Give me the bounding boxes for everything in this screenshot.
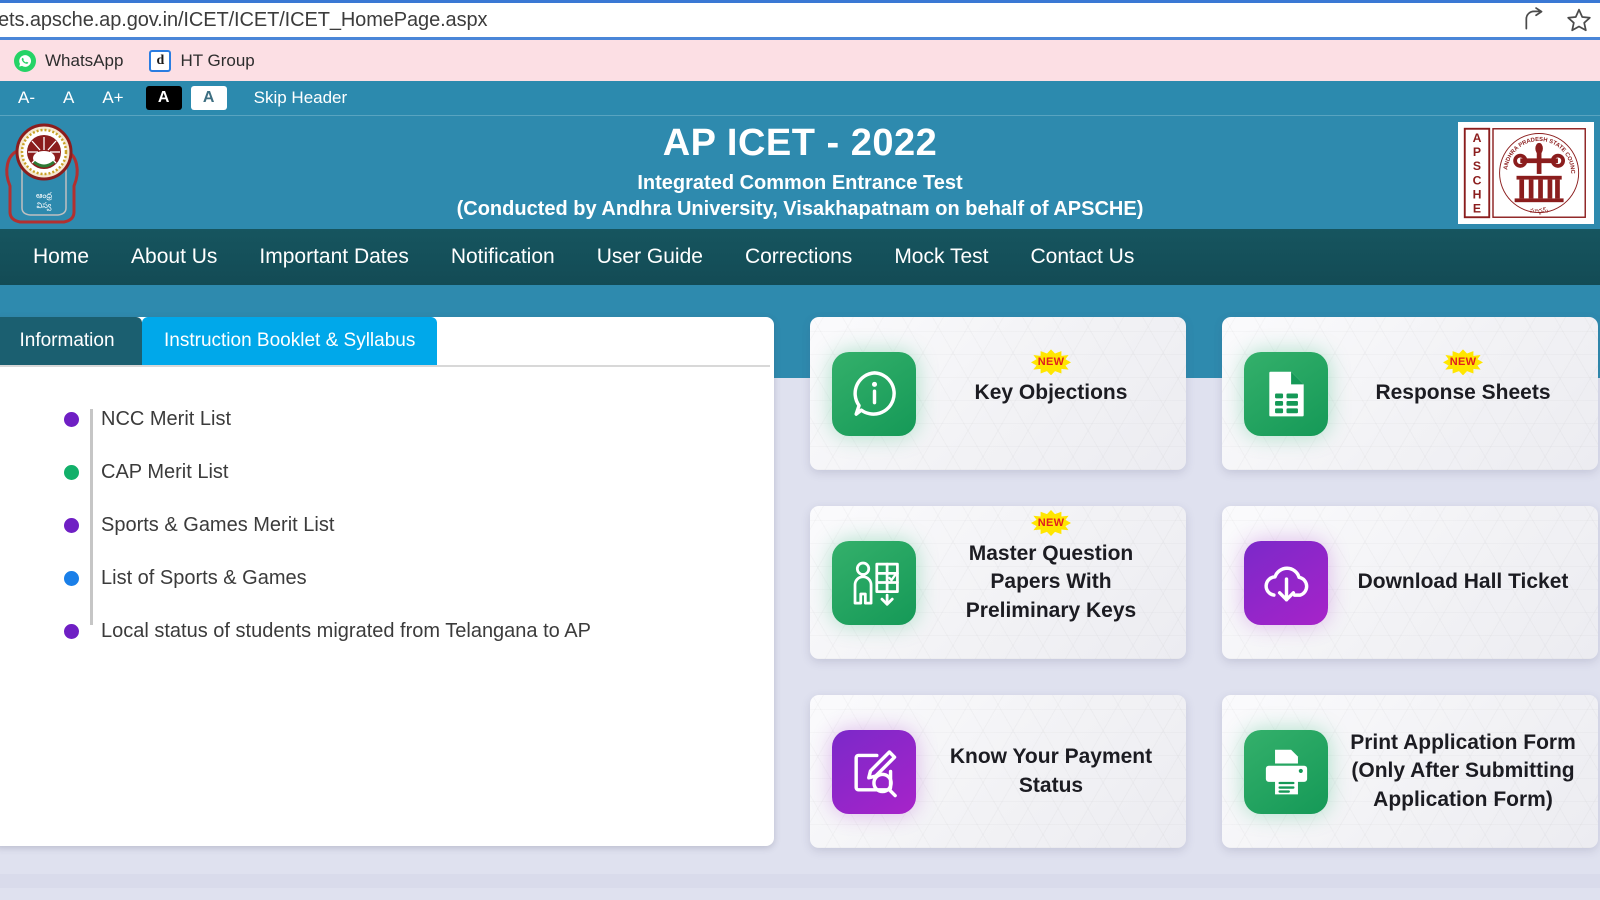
page-subtitle-1: Integrated Common Entrance Test (637, 172, 963, 195)
list-item-label: CAP Merit List (101, 461, 229, 483)
card-print-application-form[interactable]: Print Application Form (Only After Submi… (1222, 695, 1598, 848)
bullet-icon (64, 465, 79, 480)
new-badge-icon: NEW (1031, 509, 1071, 536)
tab-instruction-booklet-syllabus[interactable]: Instruction Booklet & Syllabus (142, 317, 438, 365)
svg-text:ఆంధ్ర: ఆంధ్ర (36, 191, 52, 201)
apsche-logo-icon: A P S C H E ANDHRA PRADESH STATE COUNCIL… (1458, 122, 1594, 224)
font-increase-button[interactable]: A+ (88, 86, 137, 110)
list-item-label: NCC Merit List (101, 408, 232, 430)
bookmark-ht-group[interactable]: d HT Group (149, 49, 255, 72)
printer-icon (1244, 729, 1328, 814)
site-header: ఆంధ్ర విస్వ AP ICET - 2022 Integrated Co… (0, 115, 1600, 229)
whatsapp-icon (14, 49, 36, 72)
card-key-objections[interactable]: NEW Key Objections (810, 317, 1186, 470)
main-navigation: Home About Us Important Dates Notificati… (0, 229, 1600, 285)
page-title: AP ICET - 2022 (662, 121, 938, 164)
list-item[interactable]: List of Sports & Games (64, 552, 774, 605)
nav-item-notification[interactable]: Notification (430, 245, 576, 269)
accessibility-toolbar: A- A A+ A A Skip Header (0, 81, 1600, 115)
bullet-icon (64, 518, 79, 533)
new-badge-icon: NEW (1031, 349, 1071, 376)
info-chat-bubble-icon (832, 351, 916, 436)
nav-item-corrections[interactable]: Corrections (724, 245, 873, 269)
share-icon[interactable] (1522, 7, 1548, 33)
nav-item-about-us[interactable]: About Us (110, 245, 238, 269)
card-label: NEW Response Sheets (1328, 349, 1598, 407)
bookmark-label: WhatsApp (45, 50, 124, 70)
svg-text:A: A (1473, 131, 1482, 145)
svg-text:S: S (1473, 159, 1481, 173)
ht-group-icon: d (149, 49, 172, 72)
font-decrease-button[interactable]: A- (4, 86, 49, 110)
question-paper-download-icon (832, 540, 916, 625)
card-know-your-payment-status[interactable]: Know Your Payment Status (810, 695, 1186, 848)
svg-text:P: P (1473, 145, 1481, 159)
card-label: Know Your Payment Status (949, 745, 1153, 797)
svg-text:H: H (1473, 187, 1482, 201)
contrast-dark-button[interactable]: A (145, 86, 182, 110)
cloud-download-icon (1244, 540, 1328, 625)
nav-item-mock-test[interactable]: Mock Test (873, 245, 1009, 269)
bookmark-label: HT Group (180, 50, 255, 70)
bookmark-whatsapp[interactable]: WhatsApp (14, 49, 124, 72)
edit-search-icon (832, 729, 916, 814)
star-icon[interactable] (1566, 7, 1592, 33)
list-item[interactable]: NCC Merit List (64, 393, 774, 446)
header-titles: AP ICET - 2022 Integrated Common Entranc… (456, 121, 1144, 223)
page-subtitle-2: (Conducted by Andhra University, Visakha… (456, 198, 1144, 221)
page-bottom-strip (0, 874, 1600, 888)
card-master-question-papers[interactable]: NEW Master Question Papers With Prelimin… (810, 506, 1186, 659)
content-area: Information Instruction Booklet & Syllab… (0, 285, 1600, 888)
list-item[interactable]: CAP Merit List (64, 446, 774, 499)
card-download-hall-ticket[interactable]: Download Hall Ticket (1222, 506, 1598, 659)
browser-url-bar[interactable]: ets.apsche.ap.gov.in/ICET/ICET/ICET_Home… (0, 0, 1600, 40)
andhra-university-emblem-icon: ఆంధ్ర విస్వ (2, 120, 88, 226)
font-normal-button[interactable]: A (49, 86, 88, 110)
svg-text:E: E (1473, 202, 1481, 216)
list-item[interactable]: Sports & Games Merit List (64, 499, 774, 552)
url-bar-icons (1522, 3, 1592, 37)
bullet-icon (64, 571, 79, 586)
bullet-icon (64, 412, 79, 427)
bullet-icon (64, 624, 79, 639)
ht-group-glyph: d (149, 49, 172, 72)
nav-item-user-guide[interactable]: User Guide (576, 245, 724, 269)
contrast-light-button[interactable]: A (190, 86, 227, 110)
card-response-sheets[interactable]: NEW Response Sheets (1222, 317, 1598, 470)
information-panel: Information Instruction Booklet & Syllab… (0, 317, 774, 846)
information-list: NCC Merit List CAP Merit List Sports & G… (0, 367, 774, 658)
panel-tabs: Information Instruction Booklet & Syllab… (0, 317, 774, 365)
response-sheet-document-icon (1244, 351, 1328, 436)
browser-chrome: ets.apsche.ap.gov.in/ICET/ICET/ICET_Home… (0, 0, 1600, 81)
new-badge-icon: NEW (1443, 349, 1483, 376)
card-label: NEW Key Objections (916, 349, 1186, 407)
list-item-label: Sports & Games Merit List (101, 514, 335, 536)
list-item-label: Local status of students migrated from T… (101, 620, 591, 642)
web-page: A- A A+ A A Skip Header ఆంధ్ర విస్వ AP I… (0, 81, 1600, 900)
svg-text:C: C (1473, 173, 1482, 187)
svg-text:మార్గమ్: మార్గమ్ (1530, 207, 1549, 216)
list-item[interactable]: Local status of students migrated from T… (64, 605, 774, 658)
nav-item-contact-us[interactable]: Contact Us (1009, 245, 1155, 269)
skip-header-link[interactable]: Skip Header (254, 88, 348, 108)
tab-information[interactable]: Information (0, 317, 142, 365)
card-label: Download Hall Ticket (1357, 570, 1569, 594)
bookmarks-bar: WhatsApp d HT Group (0, 40, 1600, 81)
nav-item-important-dates[interactable]: Important Dates (238, 245, 429, 269)
svg-text:విస్వ: విస్వ (37, 201, 52, 211)
card-label: NEW Master Question Papers With Prelimin… (916, 509, 1186, 625)
service-cards-grid: NEW Key Objections NEW Response Sheets N… (810, 317, 1600, 848)
list-item-label: List of Sports & Games (101, 567, 307, 589)
nav-item-home[interactable]: Home (12, 245, 110, 269)
card-label: Print Application Form (Only After Submi… (1350, 730, 1576, 811)
url-text[interactable]: ets.apsche.ap.gov.in/ICET/ICET/ICET_Home… (0, 9, 488, 32)
